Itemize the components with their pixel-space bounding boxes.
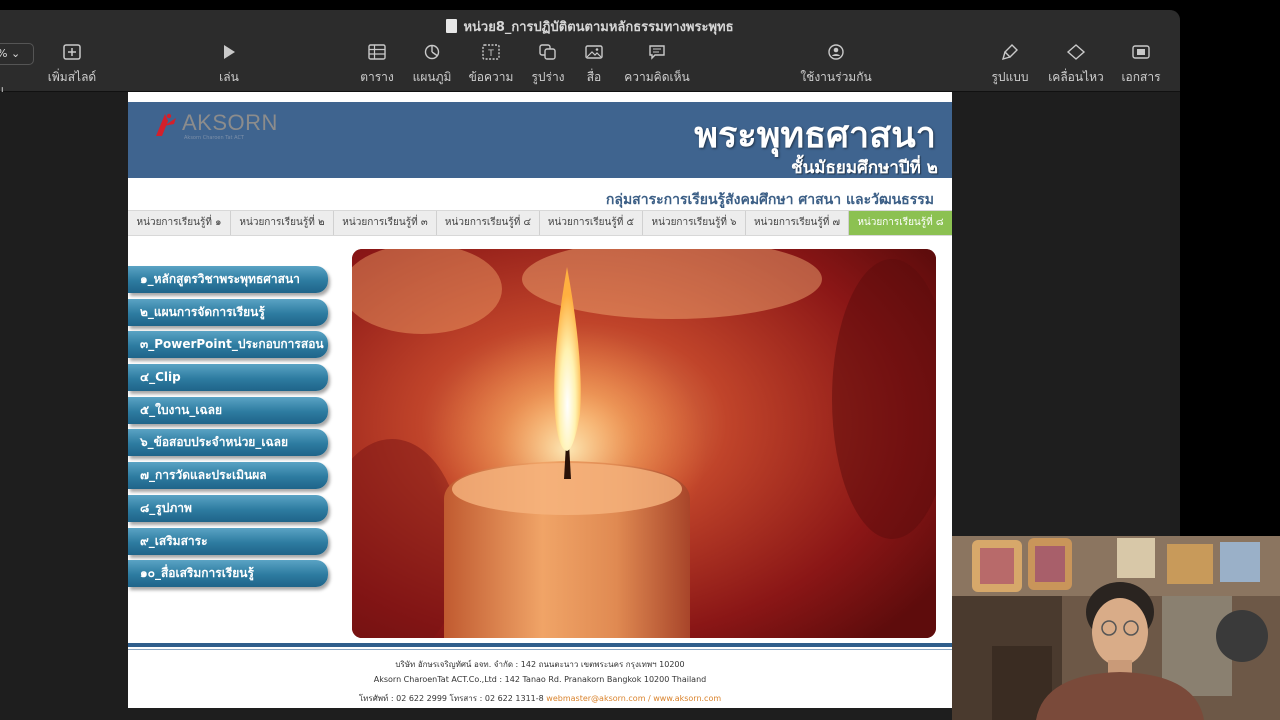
unit-tab-8[interactable]: หน่วยการเรียนรู้ที่ ๘ xyxy=(849,211,952,235)
document-label: เอกสาร xyxy=(1121,70,1161,84)
comment-button[interactable]: ความคิดเห็น xyxy=(617,44,697,87)
menu-item-assessment[interactable]: ๗_การวัดและประเมินผล xyxy=(128,462,328,490)
play-label: เล่น xyxy=(219,70,239,84)
logo-subtext: Aksorn Charoen Tat ACT xyxy=(184,135,244,141)
unit-tab-5[interactable]: หน่วยการเรียนรู้ที่ ๕ xyxy=(540,211,643,235)
menu-item-lesson-plan[interactable]: ๒_แผนการจัดการเรียนรู้ xyxy=(128,298,328,326)
footer-phone: โทรศัพท์ : 02 622 2999 โทรสาร : 02 622 1… xyxy=(358,694,544,703)
presenter-video-frame xyxy=(952,536,1280,720)
play-icon xyxy=(189,44,269,64)
footer-divider xyxy=(128,643,952,647)
unit-tab-6[interactable]: หน่วยการเรียนรู้ที่ ๖ xyxy=(643,211,746,235)
menu-item-unit-test[interactable]: ๖_ข้อสอบประจำหน่วย_เฉลย xyxy=(128,429,328,457)
comment-icon xyxy=(617,44,697,64)
menu-item-curriculum[interactable]: ๑_หลักสูตรวิชาพระพุทธศาสนา xyxy=(128,266,328,293)
candle-photo xyxy=(352,249,936,638)
unit-tab-1[interactable]: หน่วยการเรียนรู้ที่ ๑ xyxy=(128,211,231,235)
add-slide-label: เพิ่มสไลด์ xyxy=(47,70,97,84)
menu-item-learning-media[interactable]: ๑๐_สื่อเสริมการเรียนรู้ xyxy=(128,560,328,588)
menu-item-pictures[interactable]: ๘_รูปภาพ xyxy=(128,494,328,522)
document-button[interactable]: เอกสาร xyxy=(1101,44,1180,87)
aksorn-logo-mark-icon xyxy=(156,113,176,136)
screen: หน่วย8_การปฏิบัติตนตามหลักธรรมทางพระพุทธ… xyxy=(0,0,1280,720)
document-icon xyxy=(1101,44,1180,64)
window-title-text: หน่วย8_การปฏิบัติตนตามหลักธรรมทางพระพุทธ xyxy=(463,20,734,35)
footer-divider-thin xyxy=(128,649,952,650)
unit-tab-7[interactable]: หน่วยการเรียนรู้ที่ ๗ xyxy=(746,211,849,235)
zoom-value: % xyxy=(0,47,7,60)
menu-item-enrichment[interactable]: ๙_เสริมสาระ xyxy=(128,527,328,555)
footer-links[interactable]: webmaster@aksorn.com / www.aksorn.com xyxy=(546,694,721,703)
unit-tabs: หน่วยการเรียนรู้ที่ ๑ หน่วยการเรียนรู้ที… xyxy=(128,210,952,236)
add-slide-icon xyxy=(32,44,112,64)
menu-item-powerpoint[interactable]: ๓_PowerPoint_ประกอบการสอน xyxy=(128,331,328,359)
menu-item-worksheet[interactable]: ๕_ใบงาน_เฉลย xyxy=(128,396,328,424)
slide-subtitle: ชั้นมัธยมศึกษาปีที่ ๒ xyxy=(791,158,938,178)
add-slide-button[interactable]: เพิ่มสไลด์ xyxy=(32,44,112,87)
slide[interactable]: AKSORN Aksorn Charoen Tat ACT พระพุทธศาส… xyxy=(128,92,952,708)
document-file-icon xyxy=(446,19,458,33)
comment-label: ความคิดเห็น xyxy=(624,70,690,84)
unit-tab-4[interactable]: หน่วยการเรียนรู้ที่ ๔ xyxy=(437,211,540,235)
collaborate-icon xyxy=(796,44,876,64)
zoom-select[interactable]: % ⌄ xyxy=(0,43,34,65)
collaborate-button[interactable]: ใช้งานร่วมกัน xyxy=(796,44,876,87)
unit-tab-3[interactable]: หน่วยการเรียนรู้ที่ ๓ xyxy=(334,211,437,235)
title-banner: AKSORN Aksorn Charoen Tat ACT พระพุทธศาส… xyxy=(128,102,952,178)
collaborate-label: ใช้งานร่วมกัน xyxy=(800,70,872,84)
window-title: หน่วย8_การปฏิบัติตนตามหลักธรรมทางพระพุทธ xyxy=(0,16,1180,37)
footer-address-th: บริษัท อักษรเจริญทัศน์ อจท. จำกัด : 142 … xyxy=(395,660,685,669)
footer-contact: โทรศัพท์ : 02 622 2999 โทรสาร : 02 622 1… xyxy=(128,692,952,705)
menu-item-clip[interactable]: ๔_Clip xyxy=(128,364,328,392)
toolbar: หน่วย8_การปฏิบัติตนตามหลักธรรมทางพระพุทธ… xyxy=(0,10,1180,97)
chevron-down-icon: ⌄ xyxy=(10,47,21,60)
subject-group-label: กลุ่มสาระการเรียนรู้สังคมศึกษา ศาสนา และ… xyxy=(605,192,934,208)
logo-text: AKSORN xyxy=(182,110,278,135)
webcam-overlay xyxy=(952,536,1280,720)
svg-text:T: T xyxy=(487,49,494,59)
play-button[interactable]: เล่น xyxy=(189,44,269,87)
unit-tab-2[interactable]: หน่วยการเรียนรู้ที่ ๒ xyxy=(231,211,334,235)
content-menu: ๑_หลักสูตรวิชาพระพุทธศาสนา ๒_แผนการจัดกา… xyxy=(128,266,332,593)
footer-address-en: Aksorn CharoenTat ACT.Co.,Ltd : 142 Tana… xyxy=(373,675,707,684)
